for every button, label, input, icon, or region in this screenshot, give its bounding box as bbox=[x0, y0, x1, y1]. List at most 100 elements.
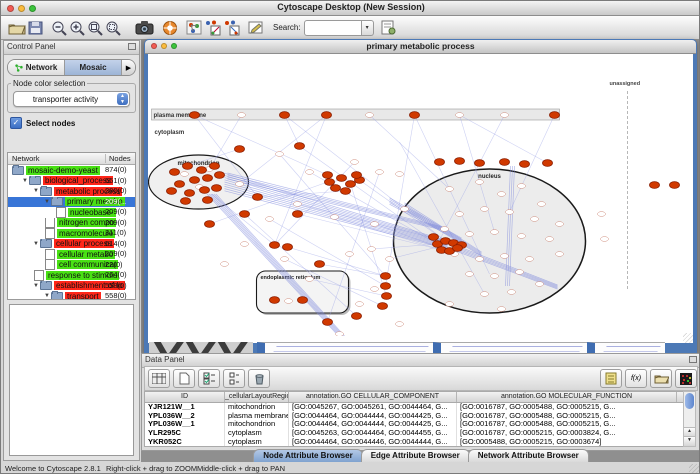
red-node[interactable] bbox=[325, 179, 335, 186]
white-node[interactable] bbox=[601, 237, 609, 242]
select-nodes-checkbox[interactable]: ✓ bbox=[10, 117, 22, 129]
white-node[interactable] bbox=[441, 227, 449, 232]
tree-row[interactable]: mosaic-demo-yeast874(0) bbox=[8, 165, 135, 176]
save-icon[interactable] bbox=[28, 19, 43, 37]
white-node[interactable] bbox=[285, 299, 293, 304]
float-panel-icon[interactable] bbox=[128, 43, 136, 50]
table-row[interactable]: YLR295Ccytoplasm[GO:0045263, GO:0044464,… bbox=[145, 429, 683, 438]
matrix-icon[interactable] bbox=[675, 369, 697, 388]
white-node[interactable] bbox=[536, 282, 544, 287]
white-node[interactable] bbox=[491, 274, 499, 279]
white-node[interactable] bbox=[221, 262, 229, 267]
red-node[interactable] bbox=[293, 211, 303, 218]
red-node[interactable] bbox=[520, 161, 530, 168]
minimized-window-fragment[interactable] bbox=[149, 342, 253, 353]
red-node[interactable] bbox=[190, 112, 200, 119]
white-node[interactable] bbox=[501, 113, 509, 118]
import-attributes-icon[interactable] bbox=[650, 369, 672, 388]
red-node[interactable] bbox=[215, 172, 225, 179]
red-node[interactable] bbox=[475, 160, 485, 167]
red-node[interactable] bbox=[283, 244, 293, 251]
red-node[interactable] bbox=[270, 297, 280, 304]
red-node[interactable] bbox=[346, 181, 356, 188]
table-row[interactable]: YPL036W__1mitochondrion[GO:0044464, GO:0… bbox=[145, 420, 683, 429]
snapshot-icon[interactable] bbox=[135, 19, 154, 37]
network-canvas[interactable]: plasma membranecytoplasmmitochondrionnuc… bbox=[148, 54, 693, 336]
red-node[interactable] bbox=[337, 175, 347, 182]
tree-expander-icon[interactable]: ▼ bbox=[21, 178, 29, 184]
white-node[interactable] bbox=[401, 207, 409, 212]
red-node[interactable] bbox=[197, 167, 207, 174]
white-node[interactable] bbox=[498, 307, 506, 312]
tree-row[interactable]: ▼transport558(0) bbox=[8, 291, 135, 300]
red-node[interactable] bbox=[382, 293, 392, 300]
white-node[interactable] bbox=[481, 292, 489, 297]
white-node[interactable] bbox=[294, 202, 302, 207]
red-node[interactable] bbox=[167, 188, 177, 195]
white-node[interactable] bbox=[526, 257, 534, 262]
tab-node-attribute-browser[interactable]: Node Attribute Browser bbox=[253, 449, 363, 462]
scroll-down-icon[interactable]: ▼ bbox=[684, 436, 695, 446]
red-node[interactable] bbox=[323, 319, 333, 326]
zoom-out-icon[interactable] bbox=[51, 19, 67, 37]
white-node[interactable] bbox=[366, 113, 374, 118]
white-node[interactable] bbox=[598, 212, 606, 217]
search-dropdown-icon[interactable]: ▾ bbox=[362, 20, 374, 36]
red-node[interactable] bbox=[183, 163, 193, 170]
zoom-in-icon[interactable] bbox=[69, 19, 85, 37]
white-node[interactable] bbox=[331, 215, 339, 220]
tree-row[interactable]: cell communicat22(0) bbox=[8, 260, 135, 271]
search-input[interactable] bbox=[304, 20, 362, 36]
white-node[interactable] bbox=[371, 287, 379, 292]
white-node[interactable] bbox=[306, 170, 314, 175]
red-node[interactable] bbox=[235, 146, 245, 153]
tree-row[interactable]: ▼cellular process614(0) bbox=[8, 239, 135, 250]
column-header[interactable]: annotation.GO MOLECULAR_FUNCTION bbox=[457, 392, 677, 402]
white-node[interactable] bbox=[498, 192, 506, 197]
white-node[interactable] bbox=[386, 257, 394, 262]
new-document-icon[interactable] bbox=[173, 369, 195, 388]
red-node[interactable] bbox=[435, 159, 445, 166]
red-node[interactable] bbox=[298, 297, 308, 304]
red-node[interactable] bbox=[670, 182, 680, 189]
network-overview-icon[interactable] bbox=[186, 19, 202, 37]
white-node[interactable] bbox=[371, 222, 379, 227]
select-attributes-icon[interactable] bbox=[198, 369, 220, 388]
white-node[interactable] bbox=[396, 172, 404, 177]
red-node[interactable] bbox=[280, 112, 290, 119]
white-node[interactable] bbox=[456, 113, 464, 118]
red-node[interactable] bbox=[331, 185, 341, 192]
white-node[interactable] bbox=[276, 152, 284, 157]
red-node[interactable] bbox=[200, 187, 210, 194]
tab-overflow-icon[interactable]: ▶ bbox=[122, 60, 135, 75]
white-node[interactable] bbox=[506, 210, 514, 215]
red-node[interactable] bbox=[500, 159, 510, 166]
canvas-resize-grip[interactable] bbox=[683, 333, 693, 343]
red-node[interactable] bbox=[550, 112, 560, 119]
white-node[interactable] bbox=[356, 302, 364, 307]
white-node[interactable] bbox=[376, 170, 384, 175]
red-node[interactable] bbox=[270, 242, 280, 249]
white-node[interactable] bbox=[481, 207, 489, 212]
white-node[interactable] bbox=[446, 302, 454, 307]
column-header[interactable]: annotation.GO CELLULAR_COMPONENT bbox=[289, 392, 457, 402]
zoom-fit-icon[interactable] bbox=[87, 19, 103, 37]
tree-expander-icon[interactable]: ▼ bbox=[32, 283, 40, 289]
birds-eye-view[interactable] bbox=[9, 304, 134, 456]
annotation-icon[interactable] bbox=[248, 19, 264, 37]
red-node[interactable] bbox=[352, 313, 362, 320]
white-node[interactable] bbox=[446, 187, 454, 192]
column-header[interactable]: _cellularLayoutRegion bbox=[225, 392, 289, 402]
scrollbar-thumb[interactable] bbox=[685, 393, 694, 409]
layout-merge-icon[interactable] bbox=[223, 19, 240, 37]
red-node[interactable] bbox=[650, 182, 660, 189]
white-node[interactable] bbox=[491, 230, 499, 235]
white-node[interactable] bbox=[508, 290, 516, 295]
node-color-dropdown[interactable]: transporter activity ▲▼ bbox=[13, 91, 130, 107]
white-node[interactable] bbox=[538, 202, 546, 207]
white-node[interactable] bbox=[456, 212, 464, 217]
delete-attribute-icon[interactable] bbox=[248, 369, 270, 388]
tree-row[interactable]: ▼biological_process651(0) bbox=[8, 176, 135, 187]
red-node[interactable] bbox=[323, 172, 333, 179]
layout-partition-icon[interactable] bbox=[204, 19, 221, 37]
